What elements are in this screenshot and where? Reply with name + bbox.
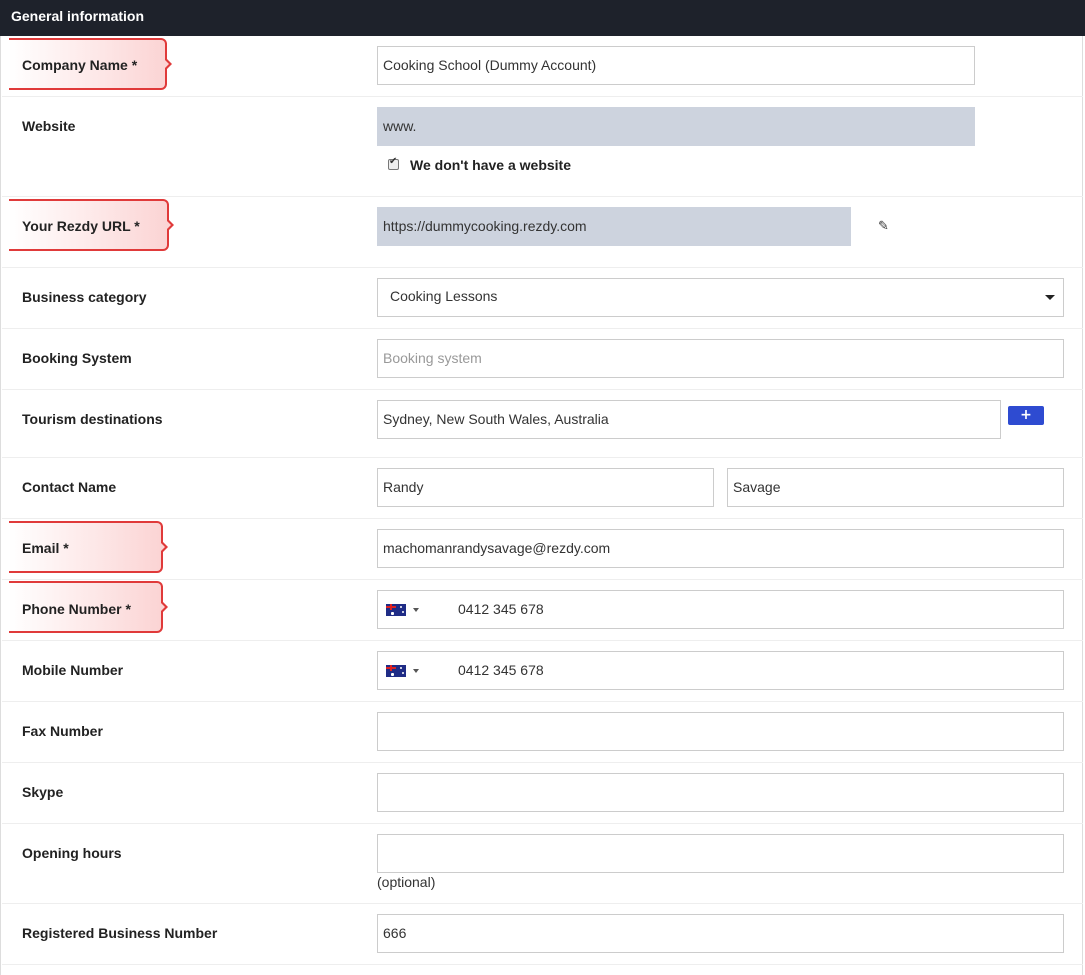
section-title: General information	[11, 8, 145, 24]
last-name-input[interactable]: Savage	[727, 468, 1064, 507]
booking-system-input[interactable]: Booking system	[377, 339, 1064, 378]
company-name-label: Company Name *	[22, 57, 138, 73]
add-destination-button[interactable]: +	[1008, 406, 1044, 425]
mobile-number-label: Mobile Number	[22, 662, 124, 678]
fax-number-label: Fax Number	[22, 723, 103, 739]
tourism-destinations-input[interactable]: Sydney, New South Wales, Australia	[377, 400, 1001, 439]
rezdy-url-input[interactable]: https://dummycooking.rezdy.com	[377, 207, 851, 246]
rezdy-url-label: Your Rezdy URL *	[22, 218, 140, 234]
phone-number-input[interactable]: 0412 345 678	[377, 590, 1064, 629]
general-information-panel: Company Name * Cooking School (Dummy Acc…	[0, 36, 1083, 975]
business-category-value: Cooking Lessons	[390, 288, 498, 304]
australia-flag-icon[interactable]	[386, 665, 406, 677]
business-category-select[interactable]: Cooking Lessons	[377, 278, 1064, 317]
skype-label: Skype	[22, 784, 64, 800]
skype-input[interactable]	[377, 773, 1064, 812]
mobile-number-input[interactable]: 0412 345 678	[377, 651, 1064, 690]
chevron-down-icon	[1045, 295, 1055, 300]
website-input[interactable]: www.	[377, 107, 975, 146]
opening-hours-note: (optional)	[377, 874, 436, 890]
registered-business-number-label: Registered Business Number	[22, 925, 218, 941]
website-label: Website	[22, 118, 76, 134]
fax-number-input[interactable]	[377, 712, 1064, 751]
australia-flag-icon[interactable]	[386, 604, 406, 616]
registered-business-number-input[interactable]: 666	[377, 914, 1064, 953]
email-input[interactable]: machomanrandysavage@rezdy.com	[377, 529, 1064, 568]
edit-icon[interactable]: ✎	[878, 220, 892, 234]
company-name-input[interactable]: Cooking School (Dummy Account)	[377, 46, 975, 85]
business-category-label: Business category	[22, 289, 147, 305]
opening-hours-label: Opening hours	[22, 845, 122, 861]
first-name-input[interactable]: Randy	[377, 468, 714, 507]
tourism-destinations-label: Tourism destinations	[22, 411, 163, 427]
no-website-label[interactable]: We don't have a website	[410, 157, 571, 173]
email-label: Email *	[22, 540, 69, 556]
contact-name-label: Contact Name	[22, 479, 117, 495]
chevron-down-icon[interactable]	[413, 669, 419, 673]
booking-system-label: Booking System	[22, 350, 132, 366]
section-header: General information	[0, 0, 1085, 36]
phone-number-value: 0412 345 678	[458, 601, 544, 617]
phone-number-label: Phone Number *	[22, 601, 131, 617]
checkbox-checked-icon[interactable]	[388, 156, 399, 170]
chevron-down-icon[interactable]	[413, 608, 419, 612]
opening-hours-input[interactable]	[377, 834, 1064, 873]
mobile-number-value: 0412 345 678	[458, 662, 544, 678]
